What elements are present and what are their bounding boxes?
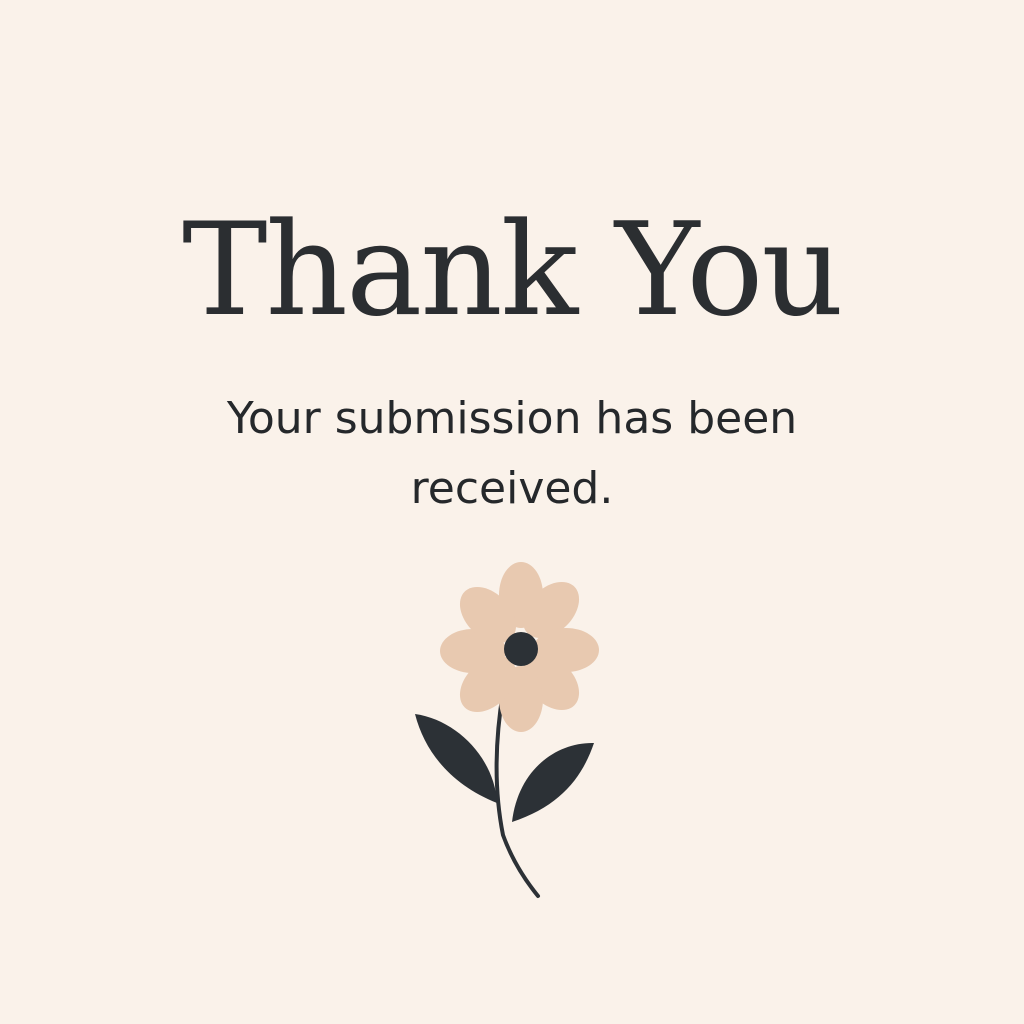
left-leaf-icon <box>415 714 497 803</box>
flower-center <box>504 632 538 666</box>
flower-icon <box>415 562 599 898</box>
submission-confirmation-message: Your submission has been received. <box>226 393 798 514</box>
thank-you-title: Thank You <box>182 196 844 345</box>
right-leaf-icon <box>512 742 594 822</box>
confirmation-page: Thank You Your submission has been recei… <box>0 0 1024 1024</box>
